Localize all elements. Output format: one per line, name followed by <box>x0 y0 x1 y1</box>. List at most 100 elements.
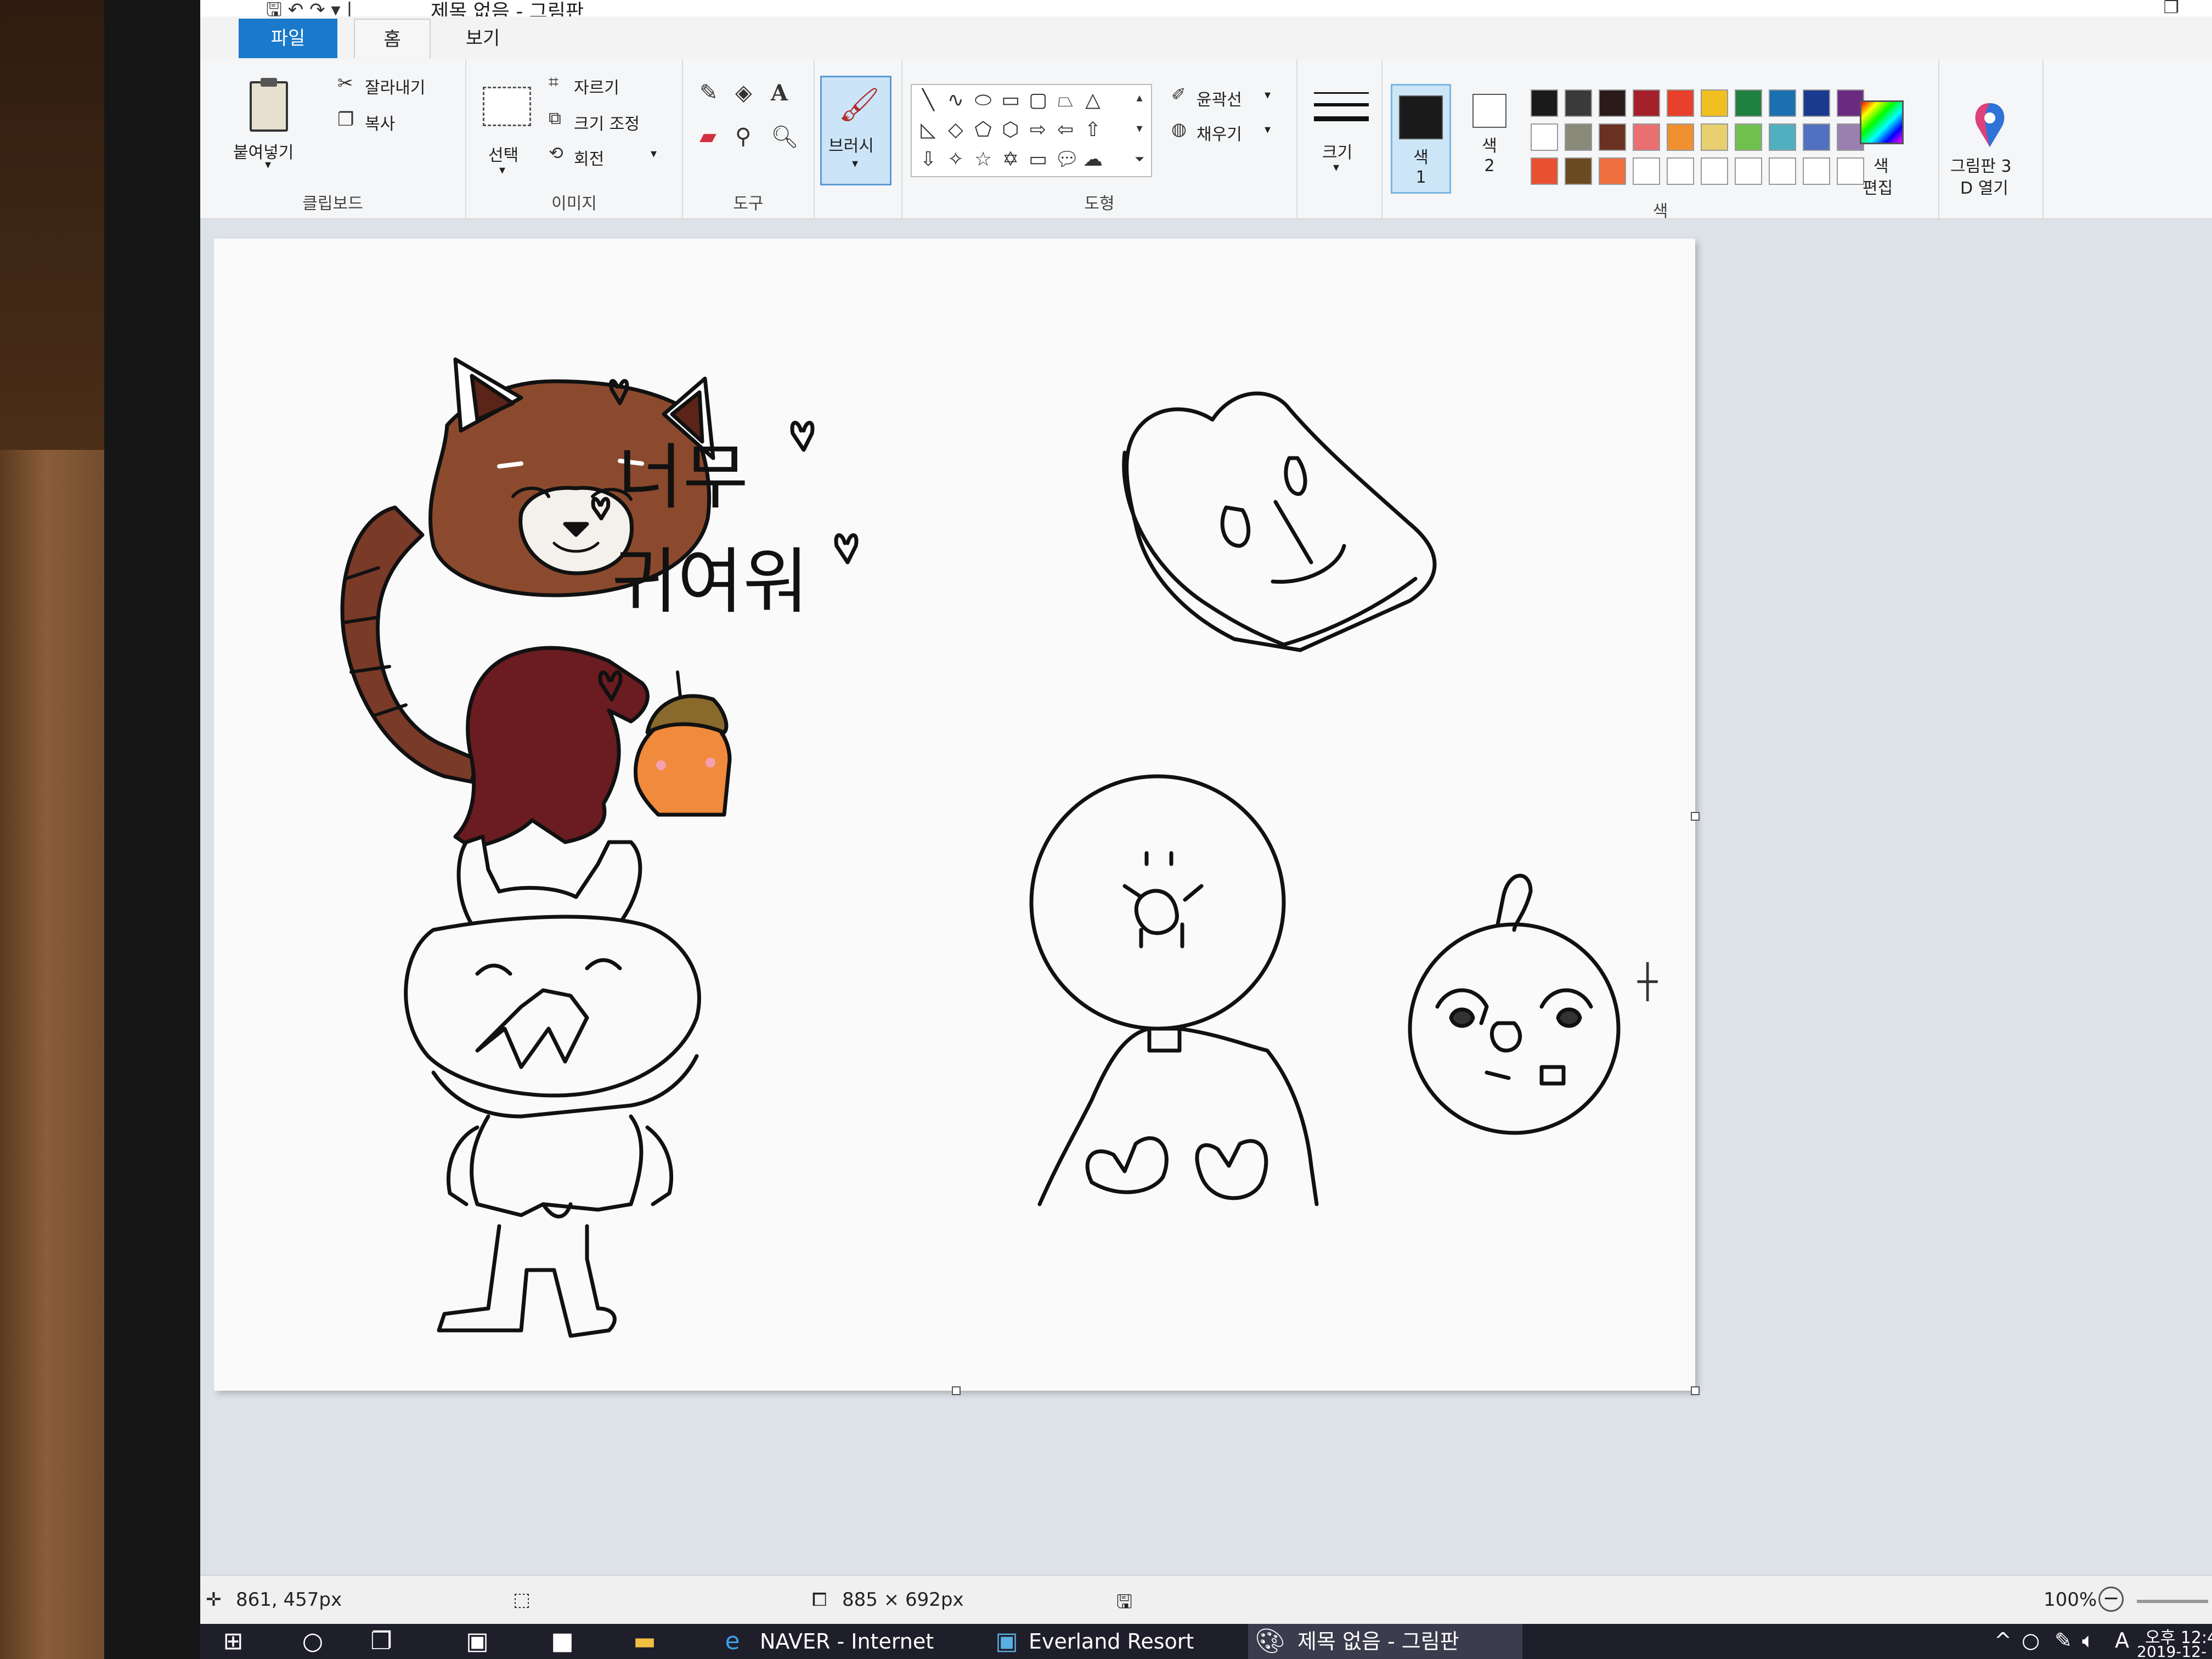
folder-app-icon[interactable]: ▬ <box>628 1627 661 1656</box>
palette-swatch[interactable] <box>1701 123 1728 151</box>
oval-callout-shape-icon[interactable]: 💬︎ <box>1054 149 1080 171</box>
edit-colors-label-line2: 편집 <box>1863 179 1893 198</box>
line-shape-icon[interactable]: ╲ <box>917 89 939 111</box>
resize-handle-right[interactable] <box>1691 812 1700 821</box>
six-point-star-shape-icon[interactable]: ✡ <box>1000 149 1022 171</box>
palette-swatch[interactable] <box>1599 89 1626 117</box>
palette-swatch[interactable] <box>1769 89 1796 117</box>
five-point-star-shape-icon[interactable]: ☆ <box>972 149 994 171</box>
shapes-expand-icon[interactable]: ⏷ <box>1128 149 1150 171</box>
open-paint3d-button[interactable]: 그림판 3 D 열기 <box>1939 59 2044 207</box>
palette-swatch[interactable] <box>1769 123 1796 151</box>
cut-button[interactable]: ✂ 잘라내기 <box>337 71 464 99</box>
size-button[interactable]: 크기 ▾ <box>1297 81 1383 191</box>
right-triangle-shape-icon[interactable]: ◺ <box>917 119 939 141</box>
polygon-shape-icon[interactable]: ⏢ <box>1054 89 1076 111</box>
palette-swatch[interactable] <box>1735 123 1762 151</box>
taskbar-item-everland[interactable]: ▣ Everland Resort [운... <box>985 1624 1243 1659</box>
cloud-callout-shape-icon[interactable]: ☁ <box>1082 149 1104 171</box>
crop-button[interactable]: ⌗ 자르기 <box>549 71 680 99</box>
volume-icon[interactable]: 🔈︎ <box>2082 1628 2095 1653</box>
palette-swatch[interactable] <box>1735 157 1762 185</box>
palette-swatch[interactable] <box>1769 157 1796 185</box>
edit-colors-button[interactable]: 색 편집 <box>1849 59 1931 198</box>
palette-swatch[interactable] <box>1735 89 1762 117</box>
color-picker-icon[interactable]: ⚲ <box>735 124 751 149</box>
tray-chevron-icon[interactable]: ^ <box>1994 1628 2012 1652</box>
palette-swatch[interactable] <box>1803 123 1830 151</box>
palette-swatch[interactable] <box>1531 157 1558 185</box>
tab-file[interactable]: 파일 <box>239 19 337 58</box>
triangle-shape-icon[interactable]: △ <box>1082 89 1104 111</box>
store-app-icon[interactable]: ■ <box>546 1627 579 1656</box>
palette-swatch[interactable] <box>1565 89 1592 117</box>
rotate-button[interactable]: ⟲ 회전 ▾ <box>549 143 680 170</box>
taskbar-item-internet-explorer[interactable]: e NAVER - Internet E... <box>710 1624 968 1659</box>
task-view-icon[interactable]: ❐ <box>365 1627 398 1656</box>
palette-swatch[interactable] <box>1803 89 1830 117</box>
paste-button[interactable]: 붙여넣기 ▾ <box>233 70 343 174</box>
search-icon[interactable]: ○ <box>296 1627 329 1656</box>
eraser-icon[interactable]: ▰ <box>699 124 716 149</box>
ime-indicator[interactable]: A <box>2115 1628 2129 1652</box>
zoom-out-button[interactable]: − <box>2098 1587 2124 1612</box>
tab-home[interactable]: 홈 <box>354 19 431 58</box>
resize-handle-corner[interactable] <box>1691 1386 1700 1395</box>
palette-swatch[interactable] <box>1531 89 1558 117</box>
four-point-star-shape-icon[interactable]: ✧ <box>945 149 967 171</box>
palette-swatch[interactable] <box>1701 157 1728 185</box>
taskbar-item-paint[interactable]: 🎨︎ 제목 없음 - 그림판 <box>1248 1624 1522 1659</box>
copy-button[interactable]: ❐ 복사 <box>337 108 464 135</box>
shapes-scroll-up-icon[interactable]: ▴ <box>1128 87 1150 109</box>
palette-swatch[interactable] <box>1667 89 1694 117</box>
color2-button[interactable]: 색 2 <box>1459 84 1520 194</box>
fill-button[interactable]: ◍ 채우기 ▾ <box>1171 119 1292 146</box>
palette-swatch[interactable] <box>1565 157 1592 185</box>
up-arrow-shape-icon[interactable]: ⇧ <box>1082 119 1104 141</box>
color1-button[interactable]: 색 1 <box>1391 84 1451 194</box>
palette-swatch[interactable] <box>1633 157 1660 185</box>
photos-app-icon[interactable]: ▣ <box>461 1627 494 1656</box>
pencil-icon[interactable]: ✎ <box>699 80 718 105</box>
palette-swatch[interactable] <box>1599 157 1626 185</box>
palette-swatch[interactable] <box>1565 123 1592 151</box>
brush-button[interactable]: 🖌︎ 브러시 ▾ <box>820 76 891 185</box>
diamond-shape-icon[interactable]: ◇ <box>945 119 967 141</box>
oval-shape-icon[interactable]: ⬭ <box>972 89 994 111</box>
drawing-canvas[interactable]: 너무 귀여워 <box>214 239 1700 1395</box>
palette-swatch[interactable] <box>1667 123 1694 151</box>
palette-swatch[interactable] <box>1633 89 1660 117</box>
zoom-slider[interactable] <box>2137 1600 2208 1603</box>
palette-swatch[interactable] <box>1599 123 1626 151</box>
palette-swatch[interactable] <box>1701 89 1728 117</box>
rounded-rectangle-shape-icon[interactable]: ▢ <box>1027 89 1049 111</box>
fill-bucket-icon[interactable]: ◈ <box>735 80 752 105</box>
outline-button[interactable]: ✐ 윤곽선 ▾ <box>1171 84 1292 111</box>
rectangle-shape-icon[interactable]: ▭ <box>1000 89 1022 111</box>
down-arrow-shape-icon[interactable]: ⇩ <box>917 149 939 171</box>
clock-date[interactable]: 2019-12- <box>2137 1643 2207 1659</box>
tab-view[interactable]: 보기 <box>442 19 524 58</box>
select-button[interactable]: 선택 ▾ <box>466 70 549 180</box>
rect-callout-shape-icon[interactable]: ▭ <box>1027 149 1049 171</box>
curve-shape-icon[interactable]: ∿ <box>945 89 967 111</box>
resize-button[interactable]: ⧉ 크기 조정 <box>549 108 680 135</box>
hexagon-shape-icon[interactable]: ⬡ <box>1000 119 1022 141</box>
resize-handle-bottom[interactable] <box>952 1386 961 1395</box>
restore-icon[interactable]: ❐ <box>2163 0 2179 18</box>
shapes-scroll-down-icon[interactable]: ▾ <box>1128 118 1150 140</box>
palette-swatch[interactable] <box>1531 123 1558 151</box>
start-icon[interactable]: ⊞ <box>217 1627 250 1656</box>
resize-icon: ⧉ <box>549 108 561 128</box>
left-arrow-shape-icon[interactable]: ⇦ <box>1054 119 1076 141</box>
image-group: 선택 ▾ ⌗ 자르기 ⧉ 크기 조정 ⟲ 회전 ▾ 이미지 <box>466 59 683 219</box>
palette-swatch[interactable] <box>1803 157 1830 185</box>
text-tool-icon[interactable]: A <box>771 80 788 106</box>
right-arrow-shape-icon[interactable]: ⇨ <box>1027 119 1049 141</box>
pen-icon[interactable]: ✎ <box>2055 1628 2072 1652</box>
palette-swatch[interactable] <box>1667 157 1694 185</box>
magnifier-icon[interactable]: 🔍︎ <box>771 124 799 150</box>
pentagon-shape-icon[interactable]: ⬠ <box>972 119 994 141</box>
cortana-icon[interactable]: ○ <box>2022 1628 2040 1652</box>
palette-swatch[interactable] <box>1633 123 1660 151</box>
